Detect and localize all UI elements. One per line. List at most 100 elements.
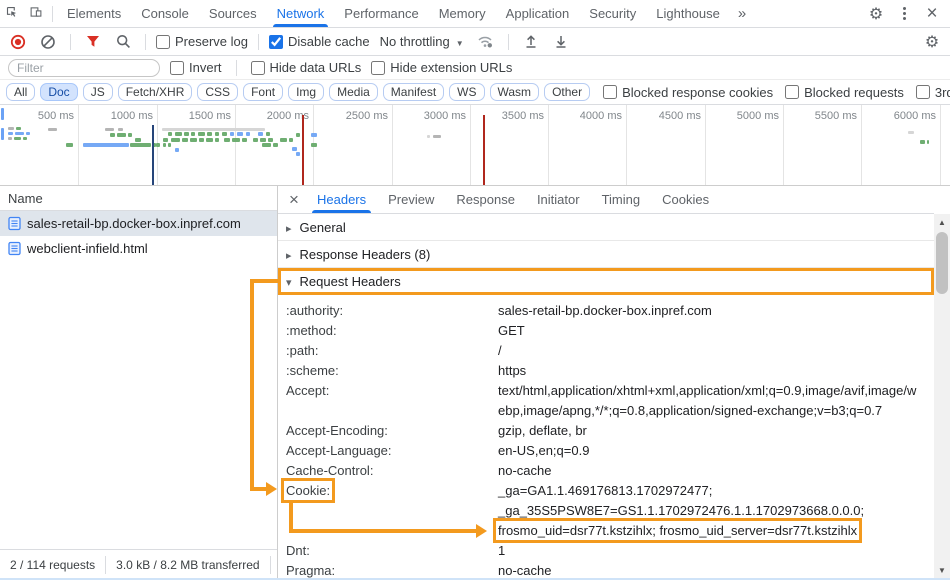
overview-tick-label: 4500 ms xyxy=(633,110,701,122)
overview-gridline xyxy=(78,105,79,185)
preserve-log-checkbox[interactable]: Preserve log xyxy=(156,34,248,49)
waterfall-bar xyxy=(117,133,126,137)
tab-network[interactable]: Network xyxy=(267,0,335,27)
header-value: en-US,en;q=0.9 xyxy=(498,443,589,458)
detail-tab-cookies[interactable]: Cookies xyxy=(651,186,720,213)
chip-css[interactable]: CSS xyxy=(197,83,238,101)
overview-tick-label: 1500 ms xyxy=(163,110,231,122)
tab-performance[interactable]: Performance xyxy=(334,0,428,27)
chip-media[interactable]: Media xyxy=(329,83,378,101)
network-conditions-icon[interactable] xyxy=(474,30,498,54)
network-settings-gear-icon[interactable] xyxy=(920,30,944,54)
import-har-icon[interactable] xyxy=(519,30,543,54)
header-name: Pragma: xyxy=(286,563,335,578)
chip-manifest[interactable]: Manifest xyxy=(383,83,444,101)
waterfall-bar xyxy=(427,135,430,138)
detail-tab-headers[interactable]: Headers xyxy=(306,186,377,213)
device-toolbar-icon[interactable] xyxy=(24,0,48,24)
blocked-requests-checkbox[interactable]: Blocked requests xyxy=(785,85,904,100)
checkbox-input[interactable] xyxy=(916,85,930,99)
tab-console[interactable]: Console xyxy=(131,0,199,27)
divider xyxy=(270,556,271,574)
overview-strip[interactable]: 500 ms1000 ms1500 ms2000 ms2500 ms3000 m… xyxy=(0,105,950,186)
section-general[interactable]: General xyxy=(278,214,934,241)
clear-icon[interactable] xyxy=(36,30,60,54)
chip-doc[interactable]: Doc xyxy=(40,83,77,101)
tab-lighthouse[interactable]: Lighthouse xyxy=(646,0,730,27)
section-response-headers[interactable]: Response Headers (8) xyxy=(278,241,934,268)
waterfall-bar xyxy=(135,138,141,142)
overview-tick-label: 1000 ms xyxy=(85,110,153,122)
tab-application[interactable]: Application xyxy=(496,0,580,27)
detail-tab-response[interactable]: Response xyxy=(445,186,526,213)
chip-font[interactable]: Font xyxy=(243,83,283,101)
chip-other[interactable]: Other xyxy=(544,83,590,101)
hide-extension-urls-input[interactable] xyxy=(371,61,385,75)
filter-funnel-icon[interactable] xyxy=(81,30,105,54)
checkbox-input[interactable] xyxy=(785,85,799,99)
preserve-log-input[interactable] xyxy=(156,35,170,49)
header-value: no-cache xyxy=(498,463,551,478)
waterfall-bar xyxy=(266,132,270,136)
chip-all[interactable]: All xyxy=(6,83,35,101)
filter-input[interactable] xyxy=(8,59,160,77)
header-row: Pragma: no-cache xyxy=(278,561,934,580)
third-party-requests-checkbox[interactable]: 3rd-party requests xyxy=(916,85,950,100)
section-request-headers[interactable]: Request Headers xyxy=(278,268,934,295)
inspect-element-icon[interactable] xyxy=(0,0,24,24)
close-detail-icon[interactable] xyxy=(282,186,306,213)
waterfall-bar xyxy=(246,132,250,136)
waterfall-bar xyxy=(175,132,182,136)
chip-ws[interactable]: WS xyxy=(449,83,484,101)
scroll-down-icon[interactable] xyxy=(934,562,950,578)
settings-gear-icon[interactable] xyxy=(864,2,888,26)
transferred-size: 3.0 kB / 8.2 MB transferred xyxy=(106,558,269,572)
waterfall-bar xyxy=(8,137,12,140)
blocked-response-cookies-checkbox[interactable]: Blocked response cookies xyxy=(603,85,773,100)
detail-scrollbar[interactable] xyxy=(934,214,950,580)
overview-tick-label: 3000 ms xyxy=(398,110,466,122)
disable-cache-input[interactable] xyxy=(269,35,283,49)
waterfall-bar xyxy=(110,133,115,137)
header-name: :path: xyxy=(286,343,319,358)
waterfall-bar xyxy=(163,143,166,147)
request-row[interactable]: webclient-infield.html xyxy=(0,236,277,261)
hide-data-urls-checkbox[interactable]: Hide data URLs xyxy=(251,60,362,75)
chip-js[interactable]: JS xyxy=(83,83,113,101)
tab-memory[interactable]: Memory xyxy=(429,0,496,27)
tab-elements[interactable]: Elements xyxy=(57,0,131,27)
detail-tab-timing[interactable]: Timing xyxy=(591,186,652,213)
detail-tab-preview[interactable]: Preview xyxy=(377,186,445,213)
kebab-menu-icon[interactable] xyxy=(892,2,916,26)
export-har-icon[interactable] xyxy=(549,30,573,54)
hide-data-urls-input[interactable] xyxy=(251,61,265,75)
name-column-header[interactable]: Name xyxy=(0,186,277,211)
detail-tabs: HeadersPreviewResponseInitiatorTimingCoo… xyxy=(306,186,720,213)
header-value: text/html,application/xhtml+xml,applicat… xyxy=(498,383,916,418)
invert-checkbox[interactable]: Invert xyxy=(170,60,222,75)
throttling-dropdown[interactable]: No throttling xyxy=(376,34,468,49)
requests-count: 2 / 114 requests xyxy=(0,558,105,572)
headers-sections: General Response Headers (8) Request Hea… xyxy=(278,214,934,295)
tab-security[interactable]: Security xyxy=(579,0,646,27)
disable-cache-checkbox[interactable]: Disable cache xyxy=(269,34,370,49)
more-tabs-icon[interactable] xyxy=(730,0,754,27)
invert-input[interactable] xyxy=(170,61,184,75)
chip-fetch-xhr[interactable]: Fetch/XHR xyxy=(118,83,193,101)
chip-img[interactable]: Img xyxy=(288,83,324,101)
chip-wasm[interactable]: Wasm xyxy=(490,83,540,101)
search-icon[interactable] xyxy=(111,30,135,54)
hide-data-urls-label: Hide data URLs xyxy=(270,60,362,75)
request-row[interactable]: sales-retail-bp.docker-box.inpref.com xyxy=(0,211,277,236)
detail-tab-initiator[interactable]: Initiator xyxy=(526,186,591,213)
checkbox-input[interactable] xyxy=(603,85,617,99)
section-label: Request Headers xyxy=(300,274,401,289)
waterfall-bar xyxy=(207,132,212,136)
tab-sources[interactable]: Sources xyxy=(199,0,267,27)
record-icon[interactable] xyxy=(6,30,30,54)
close-devtools-icon[interactable] xyxy=(920,2,944,26)
scroll-up-icon[interactable] xyxy=(934,214,950,230)
scrollbar-thumb[interactable] xyxy=(936,232,948,294)
hide-extension-urls-checkbox[interactable]: Hide extension URLs xyxy=(371,60,512,75)
waterfall-bar xyxy=(215,132,219,136)
